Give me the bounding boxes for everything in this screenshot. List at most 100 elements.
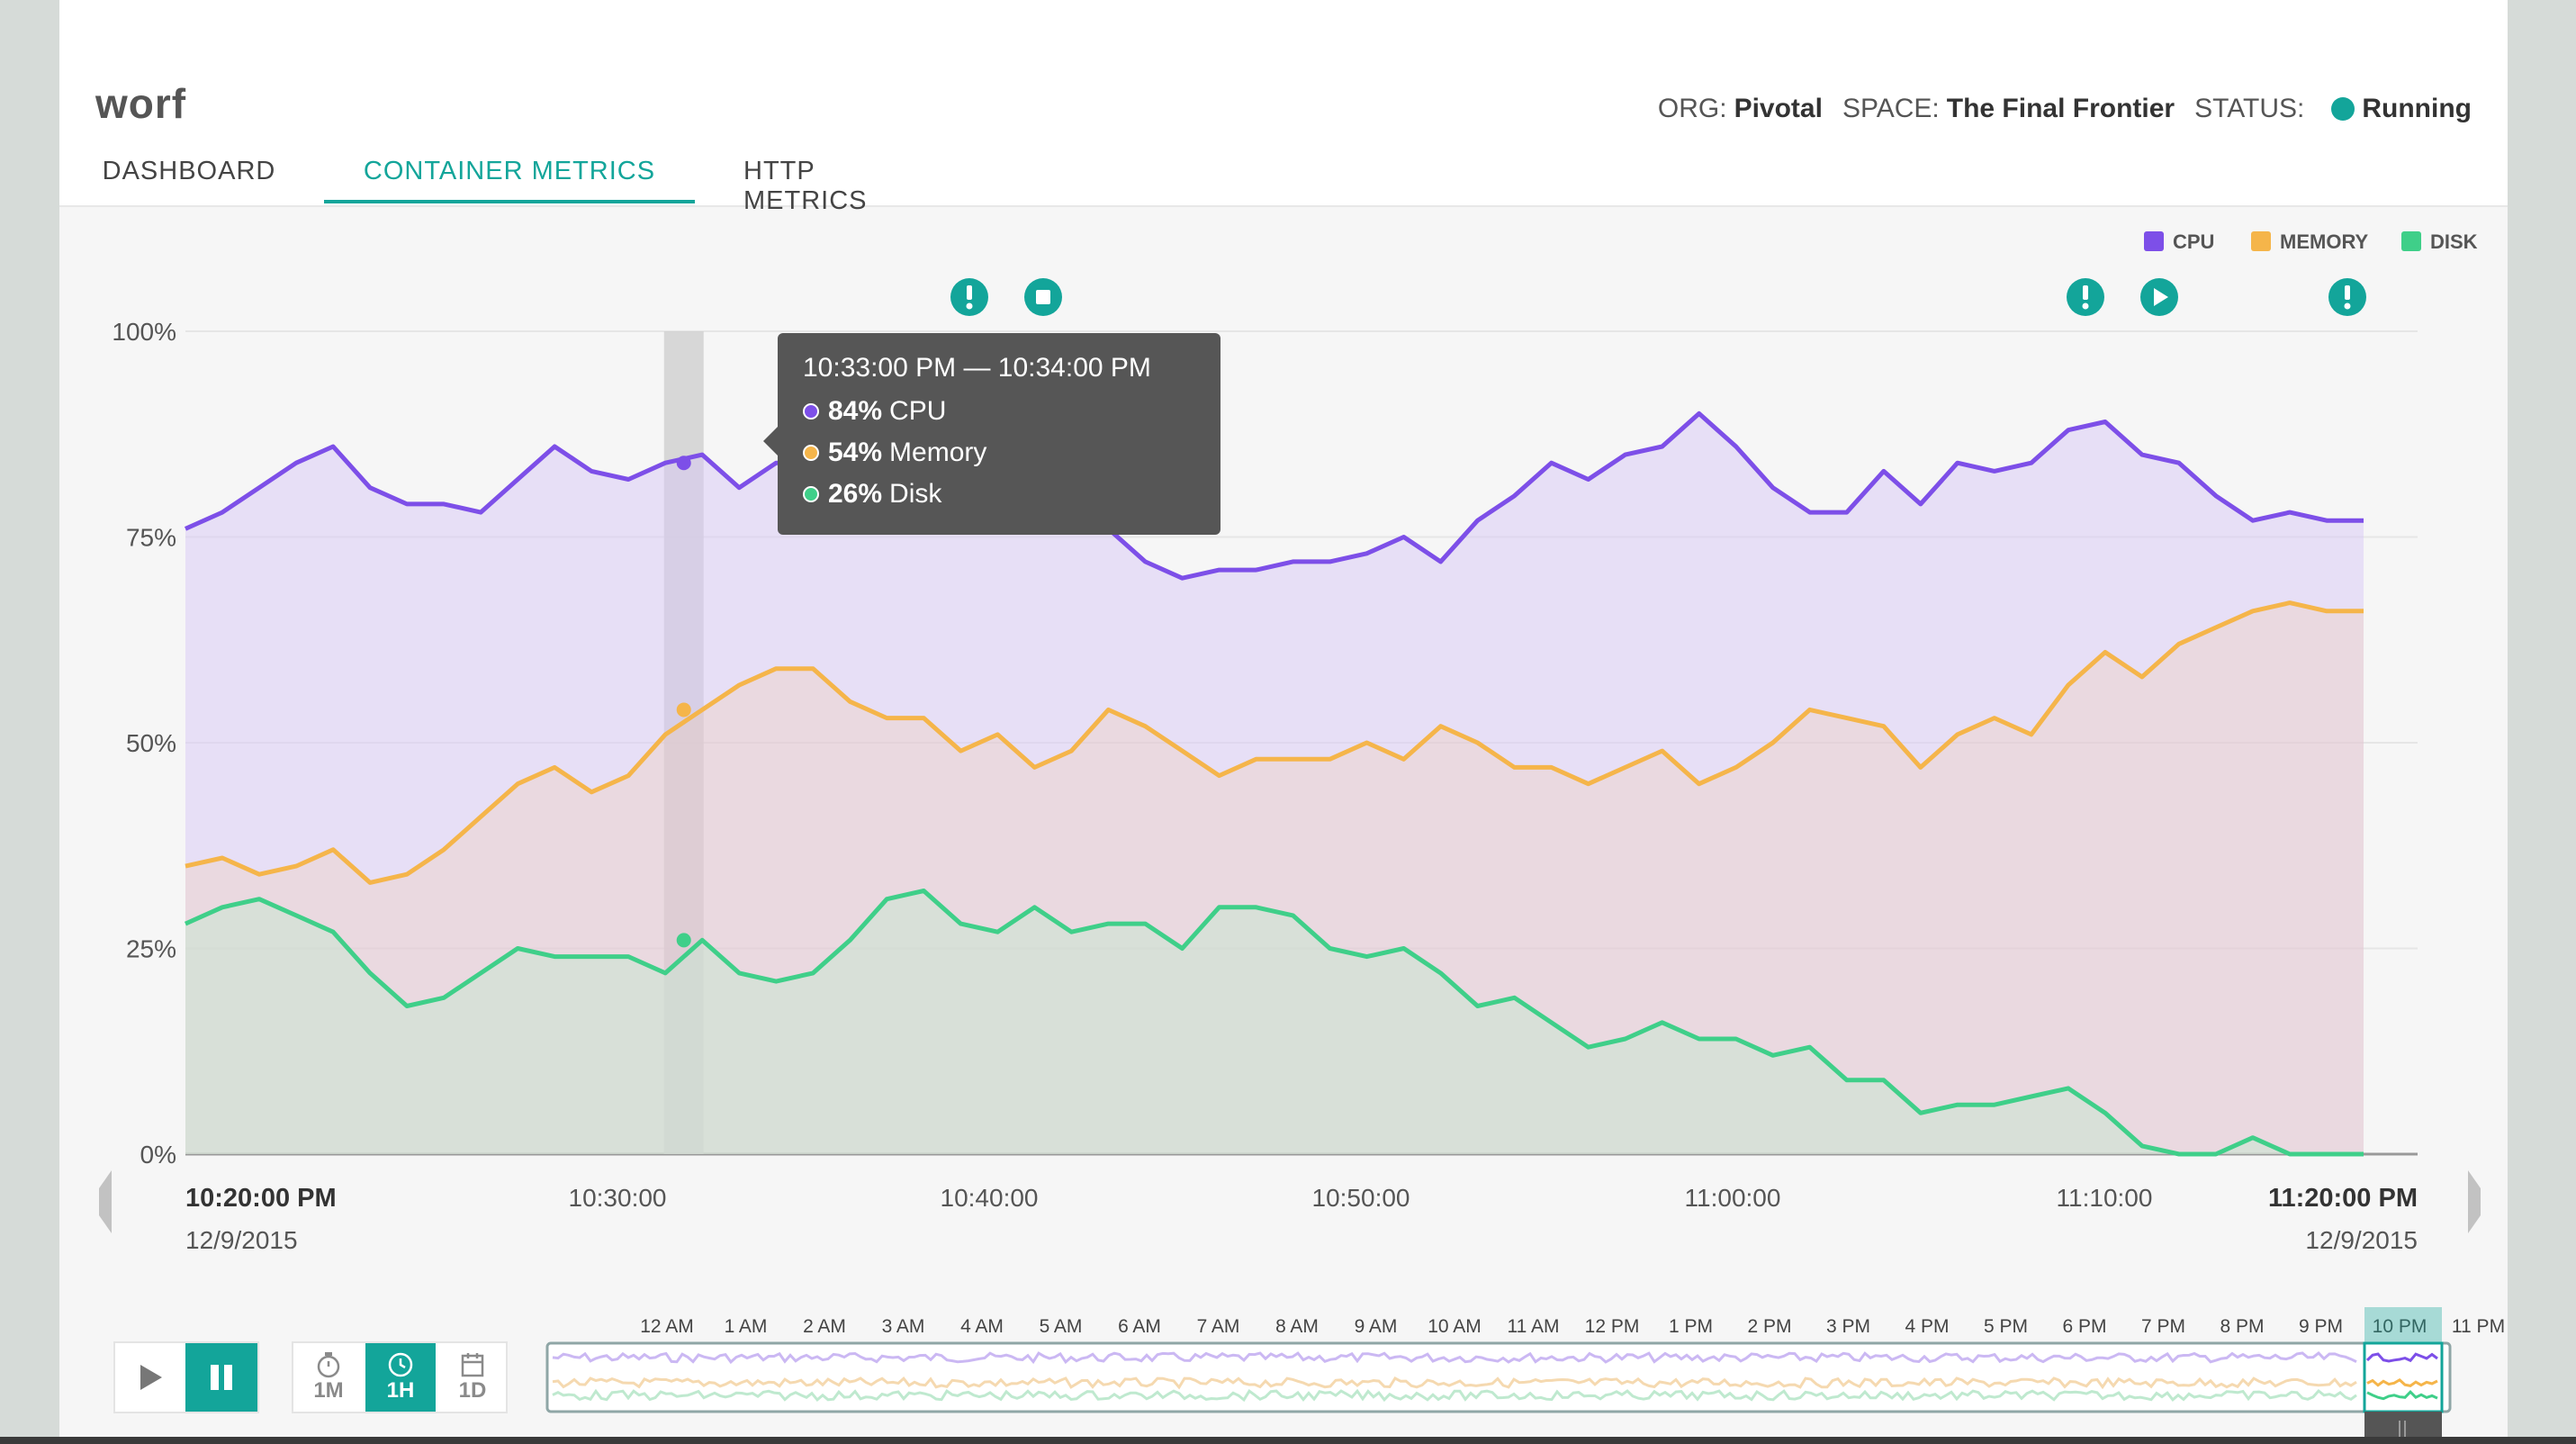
bottom-taskbar-strip — [0, 1437, 2576, 1444]
status-label: STATUS: — [2194, 94, 2305, 123]
timeline-selection-header — [2364, 1307, 2442, 1343]
timeline-hour-label: 4 AM — [960, 1316, 1004, 1337]
hover-point-cpu — [676, 456, 691, 471]
tooltip-range: 10:33:00 PM — 10:34:00 PM — [803, 353, 1151, 383]
pause-icon — [211, 1365, 232, 1390]
timeline-hour-label: 11 AM — [1508, 1316, 1560, 1337]
legend-swatch-cpu — [2144, 231, 2164, 251]
tooltip-cpu-label: CPU — [889, 396, 947, 426]
tooltip-row-memory: 54% Memory — [803, 438, 1195, 468]
tab-http-metrics[interactable]: HTTP METRICS — [743, 153, 934, 215]
series-areas — [185, 413, 2364, 1154]
timeline-hour-label: 12 PM — [1585, 1316, 1640, 1337]
event-markers — [950, 278, 2366, 316]
org-label: ORG: — [1657, 94, 1727, 123]
timeline-hour-labels: 12 AM 1 AM 2 AM 3 AM 4 AM 5 AM 6 AM 7 AM 8 AM 9 A… — [640, 1316, 2505, 1337]
tooltip-row-cpu: 84% CPU — [803, 396, 1195, 427]
app-header: worf ORG: Pivotal SPACE: The Final Front… — [59, 0, 2508, 215]
timeline-hour-label: 10 AM — [1428, 1316, 1482, 1337]
y-tick-label: 100% — [112, 318, 176, 346]
app-window: 100% 75% 50% 25% 0% 10:20:00 PM 12/9/2015 11… — [59, 0, 2508, 1444]
range-1h-label: 1H — [386, 1378, 415, 1403]
x-end-date: 12/9/2015 — [2305, 1226, 2418, 1254]
range-1d-button[interactable]: 1D — [437, 1343, 508, 1412]
space-value: The Final Frontier — [1946, 94, 2175, 123]
timeline-hour-label: 6 PM — [2062, 1316, 2106, 1337]
disk-swatch-icon — [803, 486, 819, 502]
stopwatch-icon — [317, 1352, 340, 1378]
timeline-hour-label: 11 PM — [2452, 1316, 2505, 1337]
tooltip-memory-label: Memory — [889, 438, 987, 467]
tooltip-cpu-value: 84% — [828, 396, 883, 426]
x-tick-label: 11:00:00 — [1685, 1184, 1781, 1212]
timeline-hour-label: 4 PM — [1905, 1316, 1949, 1337]
timeline-navigator[interactable]: 12 AM 1 AM 2 AM 3 AM 4 AM 5 AM 6 AM 7 AM 8 AM 9 A… — [545, 1307, 2505, 1444]
play-icon[interactable] — [2140, 278, 2178, 316]
legend-label-disk: DISK — [2430, 230, 2478, 253]
timeline-hour-label: 1 AM — [725, 1316, 768, 1337]
timeline-hour-label: 7 PM — [2141, 1316, 2185, 1337]
hover-point-memory — [676, 702, 691, 717]
timeline-hour-label: 5 PM — [1984, 1316, 2028, 1337]
tooltip-memory-value: 54% — [828, 438, 883, 467]
legend-label-cpu: CPU — [2173, 230, 2214, 253]
timeline-hour-label: 9 PM — [2299, 1316, 2343, 1337]
cpu-swatch-icon — [803, 403, 819, 420]
timeline-hour-label: 2 PM — [1747, 1316, 1791, 1337]
y-axis-labels: 100% 75% 50% 25% 0% — [112, 318, 176, 1169]
x-end-time: 11:20:00 PM — [2268, 1184, 2418, 1213]
app-meta: ORG: Pivotal SPACE: The Final Frontier S… — [1658, 94, 2472, 124]
timeline-hour-label: 12 AM — [640, 1316, 694, 1337]
tab-dashboard[interactable]: DASHBOARD — [99, 153, 279, 203]
x-tick-label: 10:30:00 — [569, 1184, 667, 1212]
stop-icon[interactable] — [1024, 278, 1062, 316]
timeline-hour-label: 1 PM — [1669, 1316, 1713, 1337]
range-controls: 1M 1H 1D — [292, 1341, 508, 1413]
scroll-right-arrow[interactable] — [2468, 1170, 2481, 1233]
tooltip-row-disk: 26% Disk — [803, 479, 1195, 510]
range-1m-label: 1M — [313, 1378, 344, 1403]
legend-swatch-disk — [2401, 231, 2421, 251]
alert-icon[interactable] — [2328, 278, 2366, 316]
pause-button[interactable] — [185, 1343, 257, 1412]
timeline-hour-label: 9 AM — [1355, 1316, 1398, 1337]
timeline-hour-label: 3 PM — [1826, 1316, 1870, 1337]
x-axis: 10:20:00 PM 12/9/2015 11:20:00 PM 12/9/2… — [185, 1184, 2418, 1254]
tooltip-disk-value: 26% — [828, 479, 883, 509]
y-tick-label: 25% — [126, 935, 176, 963]
range-1d-label: 1D — [458, 1378, 487, 1403]
playback-controls — [113, 1341, 259, 1413]
tab-container-metrics[interactable]: CONTAINER METRICS — [324, 153, 695, 203]
calendar-icon — [461, 1353, 484, 1377]
legend-label-memory: MEMORY — [2280, 230, 2369, 253]
org-value: Pivotal — [1734, 94, 1823, 123]
y-tick-label: 0% — [140, 1141, 176, 1169]
alert-icon[interactable] — [950, 278, 988, 316]
x-tick-label: 10:50:00 — [1312, 1184, 1410, 1212]
range-1m-button[interactable]: 1M — [293, 1343, 364, 1412]
alert-icon[interactable] — [2067, 278, 2104, 316]
app-title: worf — [95, 80, 187, 127]
x-tick-label: 11:10:00 — [2057, 1184, 2153, 1212]
metrics-chart: 100% 75% 50% 25% 0% 10:20:00 PM 12/9/2015 11… — [99, 230, 2505, 1444]
timeline-hour-label: 8 AM — [1275, 1316, 1319, 1337]
timeline-hour-label: 6 AM — [1118, 1316, 1161, 1337]
space-label: SPACE: — [1842, 94, 1940, 123]
x-start-time: 10:20:00 PM — [185, 1184, 337, 1213]
status-value: Running — [2362, 94, 2472, 123]
memory-swatch-icon — [803, 445, 819, 461]
hover-point-disk — [676, 933, 691, 948]
scroll-left-arrow[interactable] — [99, 1170, 112, 1233]
x-tick-label: 10:40:00 — [941, 1184, 1039, 1212]
play-icon — [140, 1365, 162, 1390]
y-tick-label: 50% — [126, 729, 176, 757]
range-1h-button[interactable]: 1H — [365, 1343, 436, 1412]
legend-swatch-memory — [2251, 231, 2271, 251]
data-tooltip: 10:33:00 PM — 10:34:00 PM 84% CPU 54% Me… — [763, 333, 1220, 535]
timeline-hour-label: 5 AM — [1040, 1316, 1083, 1337]
play-button[interactable] — [115, 1343, 185, 1412]
timeline-hour-label: 8 PM — [2220, 1316, 2264, 1337]
timeline-hour-label: 2 AM — [803, 1316, 846, 1337]
chart-legend: CPU MEMORY DISK — [2144, 230, 2478, 253]
tooltip-disk-label: Disk — [889, 479, 942, 509]
